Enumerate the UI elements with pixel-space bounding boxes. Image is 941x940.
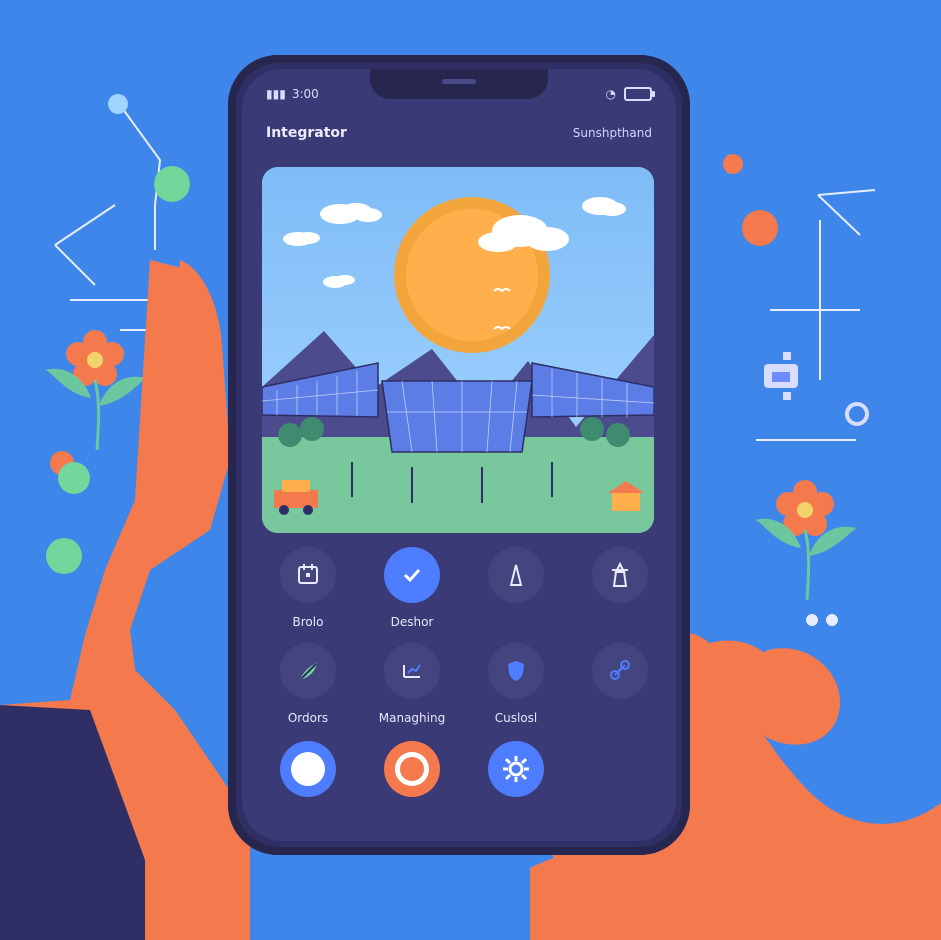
app-tile-blank[interactable] [578, 741, 662, 809]
top-right-label: Sunshpthand [572, 126, 652, 140]
calendar-icon [280, 547, 336, 603]
ring-icon [384, 741, 440, 797]
wifi-icon: ◔ [605, 87, 616, 101]
link-icon [592, 643, 648, 699]
scene: ▮▮▮ 3:00 ◔ Integrator Sunshpthand Brolo … [0, 0, 941, 940]
blank-icon [592, 741, 648, 797]
chart-icon [384, 643, 440, 699]
signal-icon: ▮▮▮ [266, 87, 286, 101]
phone-screen: ▮▮▮ 3:00 ◔ Integrator Sunshpthand Brolo … [242, 69, 676, 841]
leaf-icon [280, 643, 336, 699]
app-label-cuslosl: Cuslosl [494, 711, 538, 725]
app-tile-brolo[interactable]: Brolo [266, 547, 350, 629]
transmission-icon [592, 547, 648, 603]
circle-icon [280, 741, 336, 797]
status-right: ◔ [605, 87, 655, 101]
shield-icon [488, 643, 544, 699]
topbar: Integrator Sunshpthand [266, 125, 652, 149]
speaker-bar [442, 79, 476, 84]
app-label-deshor: Deshor [390, 615, 434, 629]
app-tile-ordors[interactable]: Ordors [266, 643, 350, 725]
app-tile-settings[interactable] [474, 741, 558, 809]
hero-image [262, 167, 654, 533]
app-tile-transmission[interactable] [578, 547, 662, 615]
status-left: ▮▮▮ 3:00 [266, 87, 319, 101]
check-icon [384, 547, 440, 603]
app-tile-deshor[interactable]: Deshor [370, 547, 454, 629]
phone: ▮▮▮ 3:00 ◔ Integrator Sunshpthand Brolo … [228, 55, 690, 855]
status-bar: ▮▮▮ 3:00 ◔ [266, 87, 655, 107]
battery-icon [624, 87, 655, 101]
app-tile-link[interactable] [578, 643, 662, 711]
app-title: Integrator [266, 125, 347, 141]
app-grid: Brolo Deshor Ordors Managhing Cuslosl [266, 547, 652, 823]
tower-icon [488, 547, 544, 603]
app-label-brolo: Brolo [292, 615, 324, 629]
app-label-managhing: Managhing [378, 711, 446, 725]
app-tile-ring[interactable] [370, 741, 454, 809]
settings-icon [488, 741, 544, 797]
app-tile-managhing[interactable]: Managhing [370, 643, 454, 725]
solar-farm-illustration [262, 167, 654, 533]
status-time: 3:00 [291, 87, 319, 101]
app-label-ordors: Ordors [287, 711, 329, 725]
app-tile-tower[interactable] [474, 547, 558, 615]
app-tile-cuslosl[interactable]: Cuslosl [474, 643, 558, 725]
app-tile-circle[interactable] [266, 741, 350, 809]
